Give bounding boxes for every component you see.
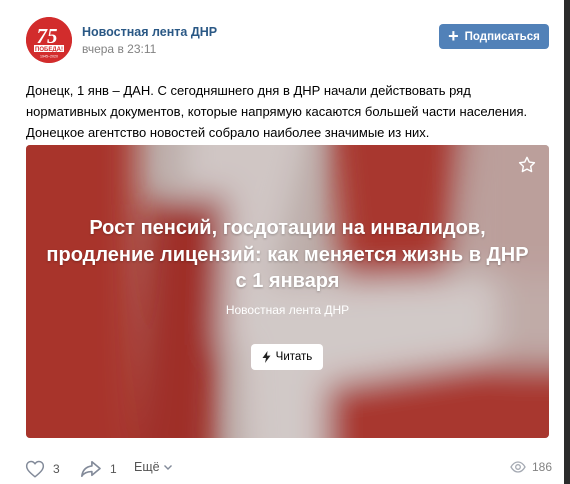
share-arrow-icon [81,460,101,478]
eye-icon [510,461,526,473]
views-count: 186 [532,460,553,474]
victory-75-logo: 75 ПОБЕДА! 1945–2020 [26,17,72,63]
views-counter: 186 [510,460,552,474]
more-label: Ещё [134,460,160,474]
svg-text:75: 75 [37,24,58,48]
preview-title-line: продление лицензий: как меняется жизнь в… [46,243,529,266]
subscribe-label: Подписаться [464,30,540,43]
read-button[interactable]: Читать [251,344,323,370]
chevron-down-icon [163,465,172,470]
article-preview[interactable]: Рост пенсий, госдотации на инвалидов, пр… [26,145,549,438]
lightning-icon [262,351,271,363]
share-count: 1 [110,462,117,476]
preview-title-line: Рост пенсий, госдотации на инвалидов, [89,217,486,239]
window-edge [564,0,570,484]
star-icon[interactable] [517,155,537,175]
subscribe-button[interactable]: + Подписаться [439,24,549,49]
post-text: Донецк, 1 янв – ДАН. С сегодняшнего дня … [26,83,528,140]
heart-icon [25,460,45,478]
like-count: 3 [53,462,60,476]
preview-source: Новостная лента ДНР [225,303,350,317]
preview-title[interactable]: Рост пенсий, госдотации на инвалидов, пр… [26,215,549,295]
share-button[interactable]: 1 [80,460,117,478]
post-actions: 3 1 Ещё 186 [0,456,564,484]
more-button[interactable]: Ещё [134,460,173,474]
like-button[interactable]: 3 [25,460,60,478]
read-label: Читать [275,351,313,363]
post-card: 75 ПОБЕДА! 1945–2020 Новостная лента ДНР… [0,0,564,484]
group-avatar[interactable]: 75 ПОБЕДА! 1945–2020 [26,17,72,63]
plus-icon: + [448,25,459,46]
svg-text:ПОБЕДА!: ПОБЕДА! [35,47,63,53]
preview-title-line: с 1 января [235,270,340,292]
group-name-link[interactable]: Новостная лента ДНР [82,25,217,39]
post-timestamp[interactable]: вчера в 23:11 [82,42,156,56]
svg-text:1945–2020: 1945–2020 [40,55,58,59]
